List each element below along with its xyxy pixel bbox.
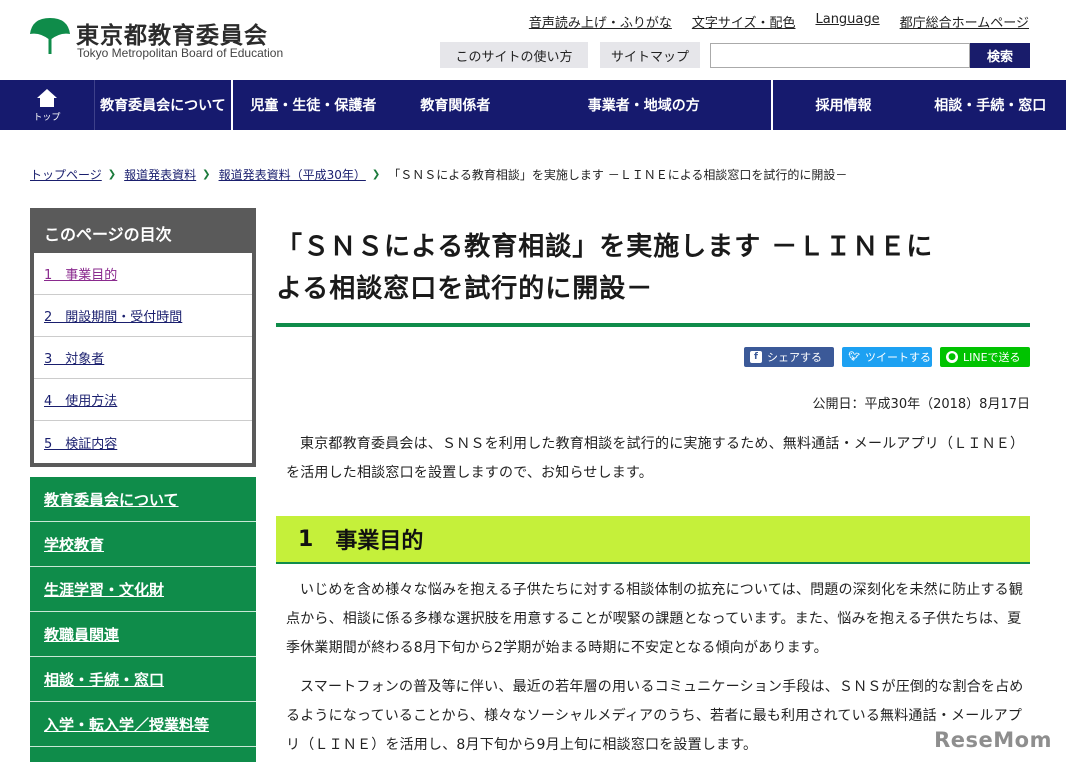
nav-home-label: トップ bbox=[33, 112, 61, 123]
line-icon: ● bbox=[946, 351, 958, 363]
link-language[interactable]: Language bbox=[815, 12, 879, 31]
section-title: 事業目的 bbox=[335, 529, 424, 554]
title-underline bbox=[276, 323, 1030, 327]
breadcrumb-press-releases-h30[interactable]: 報道発表資料（平成30年） bbox=[219, 166, 366, 183]
toc-item: 5 検証内容 bbox=[34, 421, 252, 463]
nav-home[interactable]: トップ bbox=[0, 80, 95, 130]
ginkgo-logo-icon bbox=[30, 18, 70, 54]
breadcrumb-press-releases[interactable]: 報道発表資料 bbox=[124, 166, 196, 183]
toc-link-target[interactable]: 3 対象者 bbox=[44, 348, 104, 367]
section-heading-purpose: 1 事業目的 bbox=[276, 516, 1030, 564]
page-title: 「ＳＮＳによる教育相談」を実施します －ＬＩＮＥに よる相談窓口を試行的に開設－ bbox=[276, 226, 1032, 310]
side-link-consultation[interactable]: 相談・手続・窓口 bbox=[44, 669, 164, 690]
breadcrumb: トップページ ❯ 報道発表資料 ❯ 報道発表資料（平成30年） ❯ 「ＳＮＳによ… bbox=[30, 166, 847, 183]
facebook-icon: f bbox=[750, 351, 762, 363]
toc-item: 1 事業目的 bbox=[34, 253, 252, 295]
site-usage-button[interactable]: このサイトの使い方 bbox=[440, 42, 588, 68]
nav-board-of-education[interactable]: 教育委員会について bbox=[95, 80, 231, 130]
purpose-paragraph-1: いじめを含め様々な悩みを抱える子供たちに対する相談体制の拡充については、問題の深… bbox=[286, 582, 1024, 656]
chevron-right-icon: ❯ bbox=[371, 169, 381, 180]
toc-link-usage[interactable]: 4 使用方法 bbox=[44, 390, 117, 409]
side-menu: 教育委員会について 学校教育 生涯学習・文化財 教職員関連 相談・手続・窓口 入… bbox=[30, 477, 256, 762]
toc-list: 1 事業目的 2 開設期間・受付時間 3 対象者 4 使用方法 5 検証内容 bbox=[34, 253, 252, 463]
toc-item: 4 使用方法 bbox=[34, 379, 252, 421]
search-input[interactable] bbox=[710, 43, 970, 68]
link-font-size-color[interactable]: 文字サイズ・配色 bbox=[692, 12, 796, 31]
chevron-right-icon: ❯ bbox=[202, 169, 211, 180]
link-speech-furigana[interactable]: 音声読み上げ・ふりがな bbox=[529, 12, 672, 31]
global-nav: トップ 教育委員会について 児童・生徒・保護者 教育関係者 事業者・地域の方 採… bbox=[0, 80, 1066, 130]
link-tokyo-gov-home[interactable]: 都庁総合ホームページ bbox=[900, 12, 1029, 31]
home-icon bbox=[36, 88, 57, 107]
toc-title: このページの目次 bbox=[44, 225, 172, 244]
side-menu-item: 相談・手続・窓口 bbox=[30, 657, 256, 702]
page-title-line2: よる相談窓口を試行的に開設－ bbox=[276, 274, 654, 304]
logo-text-jp: 東京都教育委員会 bbox=[76, 23, 268, 49]
toc-item: 3 対象者 bbox=[34, 337, 252, 379]
line-send-button[interactable]: ● LINEで送る bbox=[940, 347, 1030, 367]
facebook-share-label: シェアする bbox=[767, 351, 822, 364]
side-link-lifelong-learning[interactable]: 生涯学習・文化財 bbox=[44, 579, 164, 600]
breadcrumb-top[interactable]: トップページ bbox=[30, 166, 102, 183]
site-logo[interactable]: 東京都教育委員会 Tokyo Metropolitan Board of Edu… bbox=[28, 14, 308, 70]
side-menu-item: 生涯学習・文化財 bbox=[30, 567, 256, 612]
nav-educators[interactable]: 教育関係者 bbox=[394, 80, 517, 130]
page-title-line1: 「ＳＮＳによる教育相談」を実施します －ＬＩＮＥに bbox=[276, 232, 934, 262]
page-toc: このページの目次 1 事業目的 2 開設期間・受付時間 3 対象者 4 使用方法… bbox=[30, 208, 256, 467]
resemom-watermark: ReseMom bbox=[934, 728, 1052, 752]
nav-businesses-community[interactable]: 事業者・地域の方 bbox=[517, 80, 771, 130]
sitemap-button[interactable]: サイトマップ bbox=[600, 42, 700, 68]
side-link-teachers[interactable]: 教職員関連 bbox=[44, 624, 119, 645]
twitter-tweet-button[interactable]: 🐦︎ ツイートする bbox=[842, 347, 932, 367]
nav-students-parents[interactable]: 児童・生徒・保護者 bbox=[233, 80, 394, 130]
side-menu-item: 教育委員会について bbox=[30, 477, 256, 522]
nav-consultation-procedures[interactable]: 相談・手続・窓口 bbox=[915, 80, 1066, 130]
utility-links: 音声読み上げ・ふりがな 文字サイズ・配色 Language 都庁総合ホームページ bbox=[529, 12, 1029, 31]
purpose-paragraph-2: スマートフォンの普及等に伴い、最近の若年層の用いるコミュニケーション手段は、ＳＮ… bbox=[286, 679, 1024, 753]
twitter-tweet-label: ツイートする bbox=[865, 351, 931, 364]
side-link-board[interactable]: 教育委員会について bbox=[44, 489, 179, 510]
search-button[interactable]: 検索 bbox=[970, 43, 1030, 68]
chevron-right-icon: ❯ bbox=[107, 169, 117, 180]
section-number: 1 bbox=[298, 526, 314, 552]
breadcrumb-current: 「ＳＮＳによる教育相談」を実施します －ＬＩＮＥによる相談窓口を試行的に開設－ bbox=[388, 168, 848, 182]
toc-link-period-hours[interactable]: 2 開設期間・受付時間 bbox=[44, 306, 182, 325]
toc-link-verification[interactable]: 5 検証内容 bbox=[44, 433, 117, 452]
side-link-admission-tuition[interactable]: 入学・転入学／授業料等 bbox=[44, 714, 209, 735]
toc-item: 2 開設期間・受付時間 bbox=[34, 295, 252, 337]
side-link-school-education[interactable]: 学校教育 bbox=[44, 534, 104, 555]
facebook-share-button[interactable]: f シェアする bbox=[744, 347, 834, 367]
side-menu-item: 学校教育 bbox=[30, 522, 256, 567]
site-header: 東京都教育委員会 Tokyo Metropolitan Board of Edu… bbox=[0, 0, 1066, 80]
side-menu-item: 教職員関連 bbox=[30, 612, 256, 657]
toc-link-purpose[interactable]: 1 事業目的 bbox=[44, 264, 117, 283]
line-send-label: LINEで送る bbox=[963, 351, 1021, 364]
side-menu-item: 入学・転入学／授業料等 bbox=[30, 702, 256, 747]
logo-text-en: Tokyo Metropolitan Board of Education bbox=[77, 46, 284, 60]
twitter-bird-icon: 🐦︎ bbox=[848, 352, 860, 362]
nav-recruitment[interactable]: 採用情報 bbox=[773, 80, 915, 130]
intro-paragraph: 東京都教育委員会は、ＳＮＳを利用した教育相談を試行的に実施するため、無料通話・メ… bbox=[286, 436, 1025, 481]
publish-date: 公開日：平成30年（2018）8月17日 bbox=[812, 397, 1030, 412]
